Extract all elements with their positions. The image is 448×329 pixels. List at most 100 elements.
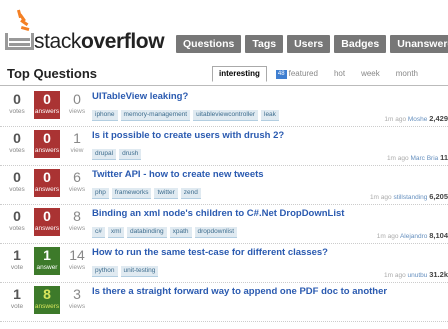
question-tag[interactable]: dropdownlist [194,227,238,238]
question-title-link[interactable]: Is there a straight forward way to appen… [92,286,448,298]
user-link[interactable]: Marc Bria [410,155,438,162]
question-tag[interactable]: drupal [92,149,117,160]
question-tag[interactable]: databinding [126,227,167,238]
question-tag[interactable]: iphone [92,110,118,121]
tab-month[interactable]: month [389,66,425,82]
view-number: 8 [73,208,81,224]
nav-users[interactable]: Users [287,35,331,53]
question-time: 1m ago [384,272,406,279]
question-tag[interactable]: frameworks [111,188,152,199]
vote-count: 1 vote [4,286,30,314]
view-count: 14 views [64,247,90,275]
question-tag[interactable]: c# [92,227,105,238]
question-meta: 1m ago Marc Bria 11 [387,153,448,162]
divider [0,85,448,86]
question-row: 0 votes 0 answers 8 views Binding an xml… [0,205,448,244]
question-tag[interactable]: php [92,188,109,199]
vote-number: 0 [13,130,21,146]
answer-number: 0 [43,130,51,146]
question-row: 0 votes 0 answers 0 views UITableView le… [0,88,448,127]
question-list: 0 votes 0 answers 0 views UITableView le… [0,88,448,322]
user-link[interactable]: Alejandro [400,233,427,240]
question-row: 0 votes 0 answers 6 views Twitter API - … [0,166,448,205]
answer-count: 8 answers [34,286,60,314]
question-title-link[interactable]: UITableView leaking? [92,91,448,103]
tab-featured-label: featured [288,69,318,78]
user-reputation: 11 [440,153,448,162]
answer-count: 0 answers [34,91,60,119]
question-time: 1m ago [384,116,407,123]
question-summary: Twitter API - how to create new tweets p… [92,169,448,201]
vote-number: 0 [13,91,21,107]
question-time: 1m ago [369,194,392,201]
question-meta: 1m ago unutbu 31.2k [384,270,448,279]
tab-hot[interactable]: hot [327,66,352,82]
view-count: 6 views [64,169,90,197]
question-tag[interactable]: zend [180,188,201,199]
vote-number: 1 [13,247,21,263]
question-tag[interactable]: xpath [169,227,192,238]
answer-label: answers [34,186,60,193]
user-link[interactable]: unutbu [408,272,428,279]
view-count: 8 views [64,208,90,236]
question-row: 1 vote 8 answers 3 views Is there a stra… [0,283,448,322]
view-count: 1 view [64,130,90,158]
view-label: view [70,147,84,154]
tab-week[interactable]: week [354,66,387,82]
answer-number: 0 [43,169,51,185]
question-summary: How to run the same test-case for differ… [92,247,448,279]
main-nav: QuestionsTagsUsersBadgesUnanswered [176,34,448,53]
nav-badges[interactable]: Badges [334,35,387,53]
question-row: 1 vote 1 answer 14 views How to run the … [0,244,448,283]
question-time: 1m ago [386,155,409,162]
sort-tabs: interesting 48 featured hot week month [212,66,427,82]
answer-label: answers [34,108,60,115]
page-title: Top Questions [7,66,98,81]
question-meta: 1m ago Alejandro 8,104 [377,231,448,240]
question-title-link[interactable]: How to run the same test-case for differ… [92,247,448,259]
question-title-link[interactable]: Twitter API - how to create new tweets [92,169,448,181]
question-tag[interactable]: unit-testing [120,266,159,277]
view-label: views [68,264,86,271]
user-reputation: 6,205 [429,192,448,201]
view-label: views [68,225,86,232]
tab-featured[interactable]: 48 featured [269,66,325,82]
answer-number: 0 [43,208,51,224]
vote-label: vote [10,303,24,310]
question-tag[interactable]: memory-management [120,110,191,121]
question-tag[interactable]: uitableviewcontroller [193,110,258,121]
answer-number: 1 [43,247,51,263]
vote-label: votes [9,186,25,193]
question-time: 1m ago [376,233,399,240]
view-count: 0 views [64,91,90,119]
vote-label: votes [9,108,25,115]
question-summary: Is it possible to create users with drus… [92,130,448,162]
user-link[interactable]: Moshe [408,116,428,123]
question-title-link[interactable]: Binding an xml node's children to C#.Net… [92,208,448,220]
question-summary: UITableView leaking? iphone memory-manage… [92,91,448,123]
site-header: stackoverflow Questions Tags Users Badges Un… [0,0,448,60]
question-title-link[interactable]: Is it possible to create users with drus… [92,130,448,142]
nav-tags[interactable]: Tags [245,35,284,53]
stackoverflow-logo[interactable]: stackoverflow [4,8,174,52]
nav-unanswered[interactable]: Unanswered [390,35,448,53]
nav-questions[interactable]: Questions [176,35,242,53]
user-reputation: 2,429 [429,114,448,123]
user-reputation: 8,104 [429,231,448,240]
question-tag[interactable]: xml [107,227,124,238]
user-link[interactable]: stillstanding [393,194,427,201]
vote-count: 0 votes [4,130,30,158]
question-tag[interactable]: drush [119,149,142,160]
question-tag[interactable]: python [92,266,118,277]
question-tag[interactable]: twitter [154,188,178,199]
view-label: views [68,303,86,310]
vote-label: votes [9,147,25,154]
tab-interesting[interactable]: interesting [212,66,267,82]
view-count: 3 views [64,286,90,314]
question-tag[interactable]: leak [261,110,279,121]
question-meta: 1m ago Moshe 2,429 [384,114,448,123]
vote-label: vote [10,264,24,271]
question-row: 0 votes 0 answers 1 view Is it possible … [0,127,448,166]
answer-label: answer [36,264,58,271]
logo-wordmark: stackoverflow [34,30,165,53]
